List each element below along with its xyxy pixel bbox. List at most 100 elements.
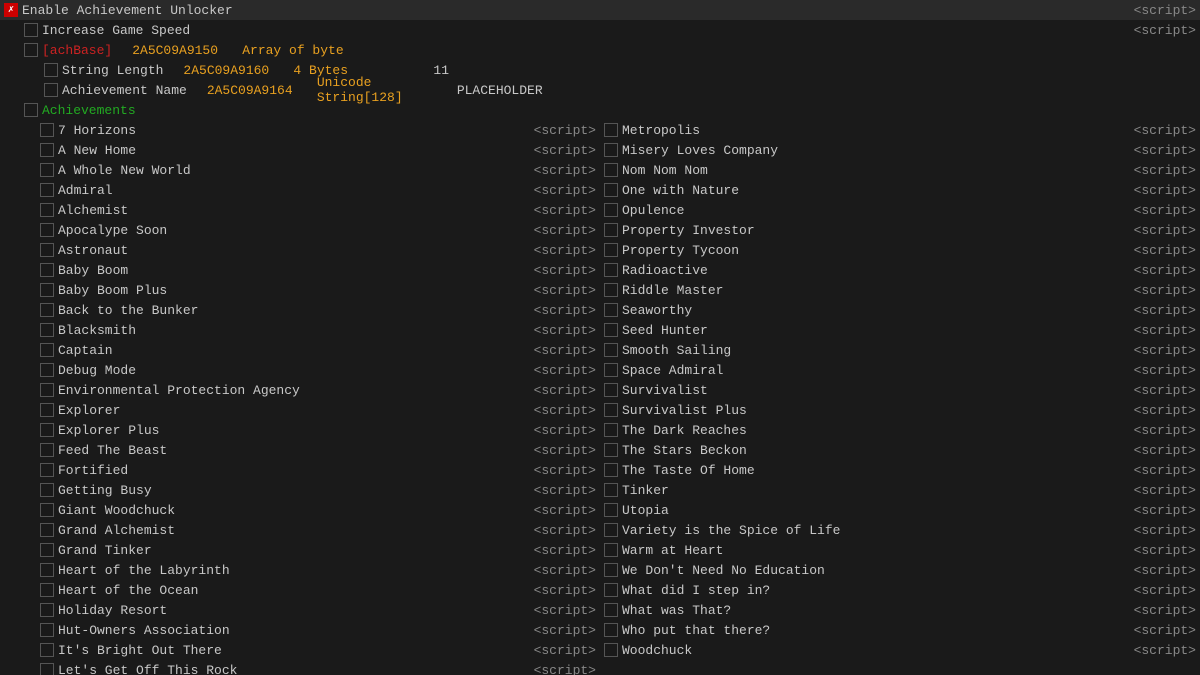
left-ach-checkbox-27[interactable] [40,663,54,675]
right-ach-checkbox-7[interactable] [604,263,618,277]
ach-name-checkbox[interactable] [44,83,58,97]
right-ach-name-9: Seaworthy [622,303,1116,318]
left-ach-checkbox-1[interactable] [40,143,54,157]
left-ach-checkbox-14[interactable] [40,403,54,417]
enable-checkbox[interactable] [4,3,18,17]
left-ach-checkbox-24[interactable] [40,603,54,617]
left-ach-checkbox-10[interactable] [40,323,54,337]
right-ach-script-0: <script> [1116,123,1196,138]
right-ach-checkbox-20[interactable] [604,523,618,537]
left-ach-row: Getting Busy <script> [0,480,600,500]
right-ach-checkbox-15[interactable] [604,423,618,437]
achievements-header-checkbox[interactable] [24,103,38,117]
left-ach-name-25: Hut-Owners Association [58,623,516,638]
right-ach-checkbox-24[interactable] [604,603,618,617]
left-ach-checkbox-17[interactable] [40,463,54,477]
right-ach-checkbox-17[interactable] [604,463,618,477]
left-ach-checkbox-16[interactable] [40,443,54,457]
right-ach-row: Survivalist <script> [600,380,1200,400]
right-ach-checkbox-4[interactable] [604,203,618,217]
string-length-checkbox[interactable] [44,63,58,77]
left-ach-checkbox-2[interactable] [40,163,54,177]
right-ach-checkbox-9[interactable] [604,303,618,317]
right-ach-checkbox-12[interactable] [604,363,618,377]
right-ach-checkbox-2[interactable] [604,163,618,177]
left-ach-name-14: Explorer [58,403,516,418]
left-ach-checkbox-5[interactable] [40,223,54,237]
left-ach-checkbox-4[interactable] [40,203,54,217]
left-ach-script-22: <script> [516,563,596,578]
left-ach-checkbox-13[interactable] [40,383,54,397]
left-ach-name-5: Apocalype Soon [58,223,516,238]
right-ach-name-4: Opulence [622,203,1116,218]
left-ach-checkbox-0[interactable] [40,123,54,137]
right-ach-checkbox-0[interactable] [604,123,618,137]
right-ach-checkbox-26[interactable] [604,643,618,657]
right-ach-name-12: Space Admiral [622,363,1116,378]
right-ach-checkbox-8[interactable] [604,283,618,297]
left-ach-checkbox-19[interactable] [40,503,54,517]
right-ach-row: The Dark Reaches <script> [600,420,1200,440]
left-ach-name-16: Feed The Beast [58,443,516,458]
left-ach-checkbox-9[interactable] [40,303,54,317]
right-ach-row: Property Investor <script> [600,220,1200,240]
left-ach-checkbox-11[interactable] [40,343,54,357]
right-ach-name-11: Smooth Sailing [622,343,1116,358]
right-ach-checkbox-23[interactable] [604,583,618,597]
right-ach-checkbox-10[interactable] [604,323,618,337]
left-ach-row: Feed The Beast <script> [0,440,600,460]
right-ach-row: What was That? <script> [600,600,1200,620]
right-ach-checkbox-22[interactable] [604,563,618,577]
left-ach-checkbox-25[interactable] [40,623,54,637]
left-ach-checkbox-26[interactable] [40,643,54,657]
right-ach-checkbox-3[interactable] [604,183,618,197]
left-ach-checkbox-12[interactable] [40,363,54,377]
right-ach-script-16: <script> [1116,443,1196,458]
left-ach-checkbox-8[interactable] [40,283,54,297]
left-ach-row: Astronaut <script> [0,240,600,260]
left-ach-checkbox-20[interactable] [40,523,54,537]
right-ach-row: Who put that there? <script> [600,620,1200,640]
right-ach-checkbox-6[interactable] [604,243,618,257]
left-ach-checkbox-3[interactable] [40,183,54,197]
increase-speed-checkbox[interactable] [24,23,38,37]
left-ach-script-21: <script> [516,543,596,558]
right-ach-name-5: Property Investor [622,223,1116,238]
right-ach-checkbox-1[interactable] [604,143,618,157]
increase-speed-script: <script> [1134,23,1196,38]
right-ach-checkbox-13[interactable] [604,383,618,397]
left-ach-checkbox-22[interactable] [40,563,54,577]
right-ach-checkbox-25[interactable] [604,623,618,637]
left-ach-checkbox-21[interactable] [40,543,54,557]
right-ach-checkbox-5[interactable] [604,223,618,237]
left-ach-name-9: Back to the Bunker [58,303,516,318]
left-ach-checkbox-23[interactable] [40,583,54,597]
right-ach-name-21: Warm at Heart [622,543,1116,558]
right-ach-script-26: <script> [1116,643,1196,658]
left-ach-script-6: <script> [516,243,596,258]
left-ach-checkbox-15[interactable] [40,423,54,437]
right-ach-name-0: Metropolis [622,123,1116,138]
right-ach-checkbox-21[interactable] [604,543,618,557]
left-ach-row: Back to the Bunker <script> [0,300,600,320]
left-ach-script-15: <script> [516,423,596,438]
left-ach-checkbox-6[interactable] [40,243,54,257]
right-ach-checkbox-19[interactable] [604,503,618,517]
right-ach-checkbox-14[interactable] [604,403,618,417]
right-ach-checkbox-11[interactable] [604,343,618,357]
right-ach-script-11: <script> [1116,343,1196,358]
left-ach-checkbox-7[interactable] [40,263,54,277]
left-ach-row: Let's Get Off This Rock <script> [0,660,600,675]
right-ach-name-15: The Dark Reaches [622,423,1116,438]
right-ach-name-2: Nom Nom Nom [622,163,1116,178]
left-achievements-col: 7 Horizons <script> A New Home <script> … [0,120,600,675]
left-ach-name-8: Baby Boom Plus [58,283,516,298]
right-ach-script-17: <script> [1116,463,1196,478]
right-ach-checkbox-18[interactable] [604,483,618,497]
left-ach-script-13: <script> [516,383,596,398]
right-ach-script-12: <script> [1116,363,1196,378]
right-ach-checkbox-16[interactable] [604,443,618,457]
left-ach-checkbox-18[interactable] [40,483,54,497]
left-ach-script-1: <script> [516,143,596,158]
ach-base-checkbox[interactable] [24,43,38,57]
